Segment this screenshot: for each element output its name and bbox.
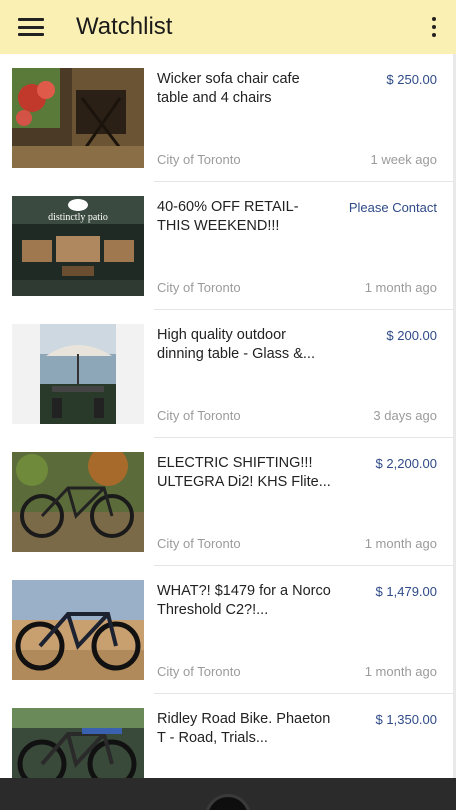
listing-thumbnail: distinctly patio xyxy=(12,196,144,296)
menu-button[interactable] xyxy=(0,0,62,54)
thumb-brand-text: distinctly patio xyxy=(48,212,108,223)
listing-title: ELECTRIC SHIFTING!!! ULTEGRA Di2! KHS Fl… xyxy=(157,455,331,490)
listing-location: City of Toronto xyxy=(157,280,241,295)
listing-time: 1 week ago xyxy=(370,152,438,167)
list-item[interactable]: distinctly patio 40-60% OFF RETAIL- THIS… xyxy=(0,182,456,310)
list-item[interactable]: WHAT?! $1479 for a Norco Threshold C2?!.… xyxy=(0,566,456,694)
listing-title: Wicker sofa chair cafe table and 4 chair… xyxy=(157,71,300,106)
listing-title: WHAT?! $1479 for a Norco Threshold C2?!.… xyxy=(157,583,331,618)
listing-thumbnail xyxy=(12,580,144,680)
listing-price: $ 1,479.00 xyxy=(375,584,437,599)
listing-location: City of Toronto xyxy=(157,408,241,423)
listing-title: 40-60% OFF RETAIL- THIS WEEKEND!!! xyxy=(157,199,299,234)
listing-price: $ 2,200.00 xyxy=(375,456,437,471)
listing-title: High quality outdoor dinning table - Gla… xyxy=(157,327,315,362)
list-item[interactable]: Wicker sofa chair cafe table and 4 chair… xyxy=(0,54,456,182)
listing-thumbnail xyxy=(12,324,144,424)
list-item[interactable]: Ridley Road Bike. Phaeton T - Road, Tria… xyxy=(0,694,456,778)
listing-thumbnail xyxy=(12,708,144,778)
listing-location: City of Toronto xyxy=(157,152,241,167)
listing-location: City of Toronto xyxy=(157,664,241,679)
watchlist-list: Wicker sofa chair cafe table and 4 chair… xyxy=(0,54,456,778)
more-options-button[interactable] xyxy=(412,0,456,54)
listing-time: 3 days ago xyxy=(373,408,437,423)
hamburger-menu-icon xyxy=(18,18,44,36)
listing-time: 1 month ago xyxy=(364,536,437,551)
list-item[interactable]: ELECTRIC SHIFTING!!! ULTEGRA Di2! KHS Fl… xyxy=(0,438,456,566)
page-title: Watchlist xyxy=(76,13,173,40)
app-bar: Watchlist xyxy=(0,0,456,54)
listing-price: $ 200.00 xyxy=(386,328,437,343)
listing-thumbnail xyxy=(12,452,144,552)
list-item[interactable]: High quality outdoor dinning table - Gla… xyxy=(0,310,456,438)
listing-price: $ 1,350.00 xyxy=(375,712,437,727)
system-nav-bar xyxy=(0,778,456,810)
listing-price: $ 250.00 xyxy=(386,72,437,87)
listing-title: Ridley Road Bike. Phaeton T - Road, Tria… xyxy=(157,711,331,746)
home-button[interactable] xyxy=(205,794,251,810)
listing-thumbnail xyxy=(12,68,144,168)
listing-location: City of Toronto xyxy=(157,536,241,551)
more-vert-icon xyxy=(432,17,436,21)
listing-time: 1 month ago xyxy=(364,280,437,295)
listing-price: Please Contact xyxy=(348,200,437,215)
listing-time: 1 month ago xyxy=(364,664,437,679)
